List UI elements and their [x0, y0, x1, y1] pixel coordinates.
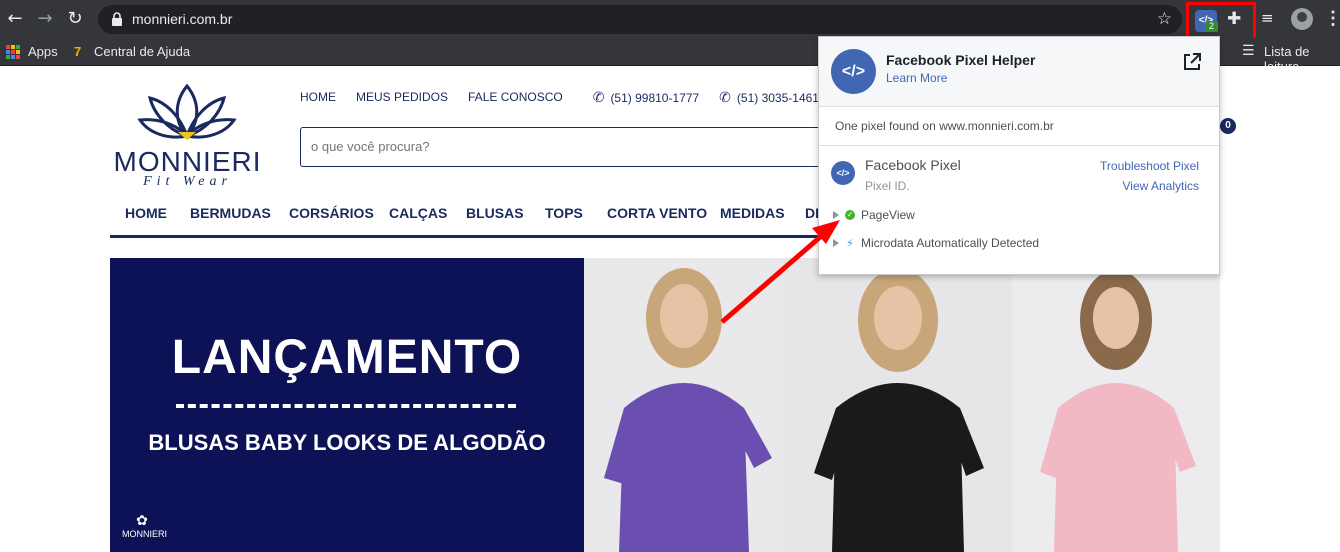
popup-title: Facebook Pixel Helper — [886, 52, 1036, 68]
model-photo-pink — [1012, 258, 1220, 552]
url-text[interactable]: monnieri.com.br — [132, 11, 232, 27]
banner-logo-text: MONNIERI — [122, 529, 167, 539]
extension-badge: 2 — [1205, 21, 1218, 32]
banner-title: LANÇAMENTO — [171, 331, 523, 384]
popup-header: </> Facebook Pixel Helper Learn More — [819, 37, 1219, 107]
logo-tagline: Fit Wear — [143, 174, 232, 189]
bookmark-help-center[interactable]: Central de Ajuda — [94, 44, 190, 59]
banner-text-panel: LANÇAMENTO BLUSAS BABY LOOKS DE ALGODÃO … — [110, 258, 584, 552]
search-box[interactable] — [300, 127, 830, 167]
success-check-icon: ✓ — [845, 210, 855, 220]
extensions-puzzle-icon[interactable]: ✚ — [1227, 9, 1241, 29]
toplink-contact[interactable]: FALE CONOSCO — [468, 90, 563, 106]
model-black-shirt — [814, 268, 984, 552]
nav-bermudas[interactable]: BERMUDAS — [190, 205, 271, 221]
pixel-helper-logo-icon: </> — [831, 49, 876, 94]
expand-triangle-icon[interactable] — [833, 211, 839, 219]
top-links: HOME MEUS PEDIDOS FALE CONOSCO ✆ (51) 998… — [300, 90, 855, 106]
reload-icon[interactable]: ↻ — [64, 8, 86, 30]
event-microdata[interactable]: ⚡ Microdata Automatically Detected — [833, 236, 1039, 250]
banner-small-logo: ✿ MONNIERI — [122, 512, 167, 539]
phone-1[interactable]: ✆ (51) 99810-1777 — [593, 90, 699, 106]
expand-triangle-icon[interactable] — [833, 239, 839, 247]
popup-divider — [819, 145, 1219, 146]
phone-icon: ✆ — [592, 90, 605, 106]
bookmark-apps[interactable]: Apps — [28, 44, 58, 59]
reading-list-bookmark-icon: ☰ — [1242, 43, 1255, 59]
lock-icon — [112, 12, 122, 26]
back-icon[interactable]: ← — [4, 8, 26, 30]
nav-calcas[interactable]: CALÇAS — [389, 205, 447, 221]
pixel-id: Pixel ID. — [865, 179, 910, 193]
model-photo-purple — [584, 258, 784, 552]
nav-home[interactable]: HOME — [125, 205, 167, 221]
help-center-icon: 7 — [74, 44, 82, 59]
model-pink-shirt — [1040, 270, 1196, 552]
nav-medidas[interactable]: MEDIDAS — [720, 205, 785, 221]
pixel-icon: </> — [831, 161, 855, 185]
reading-list-icon[interactable]: ≡ — [1261, 9, 1274, 27]
model-photo-black — [784, 258, 1012, 552]
event-pageview[interactable]: ✓ PageView — [833, 208, 915, 222]
profile-avatar[interactable] — [1291, 8, 1313, 30]
view-analytics-link[interactable]: View Analytics — [1123, 179, 1199, 193]
learn-more-link[interactable]: Learn More — [886, 71, 947, 85]
search-input[interactable] — [311, 139, 811, 154]
pixel-found-text: One pixel found on www.monnieri.com.br — [835, 119, 1054, 133]
nav-corta-vento[interactable]: CORTA VENTO — [607, 205, 707, 221]
nav-corsarios[interactable]: CORSÁRIOS — [289, 205, 374, 221]
phone-icon: ✆ — [719, 90, 731, 106]
lightning-icon: ⚡ — [846, 236, 854, 250]
phone-1-number: (51) 99810-1777 — [610, 91, 700, 105]
pixel-name: Facebook Pixel — [865, 157, 961, 173]
bookmark-star-icon[interactable]: ☆ — [1157, 9, 1172, 29]
toplink-home[interactable]: HOME — [300, 90, 336, 106]
open-external-icon[interactable] — [1181, 51, 1203, 73]
event-microdata-label: Microdata Automatically Detected — [861, 236, 1040, 250]
model-purple-shirt — [604, 268, 772, 552]
toplink-orders[interactable]: MEUS PEDIDOS — [356, 90, 448, 106]
phone-2-number: (51) 3035-1461 — [736, 91, 819, 105]
phone-2[interactable]: ✆ (51) 3035-1461 — [719, 90, 819, 106]
menu-kebab-icon[interactable]: ⋮ — [1324, 8, 1340, 29]
hero-banner[interactable]: LANÇAMENTO BLUSAS BABY LOOKS DE ALGODÃO … — [110, 258, 1220, 552]
address-bar[interactable]: monnieri.com.br ☆ — [98, 5, 1182, 34]
banner-lotus-icon: ✿ — [136, 512, 148, 528]
banner-subtitle: BLUSAS BABY LOOKS DE ALGODÃO — [148, 430, 546, 455]
apps-grid-icon[interactable] — [6, 45, 20, 59]
banner-dashed-divider — [176, 404, 516, 408]
troubleshoot-pixel-link[interactable]: Troubleshoot Pixel — [1100, 159, 1199, 173]
nav-tops[interactable]: TOPS — [545, 205, 583, 221]
event-pageview-label: PageView — [861, 208, 915, 222]
forward-icon[interactable]: → — [34, 8, 56, 30]
cart-count-badge[interactable]: 0 — [1220, 118, 1236, 134]
pixel-helper-popup: </> Facebook Pixel Helper Learn More One… — [818, 36, 1220, 275]
browser-toolbar: ← → ↻ monnieri.com.br ☆ </> 2 ✚ ≡ ⋮ — [0, 0, 1340, 42]
nav-blusas[interactable]: BLUSAS — [466, 205, 524, 221]
